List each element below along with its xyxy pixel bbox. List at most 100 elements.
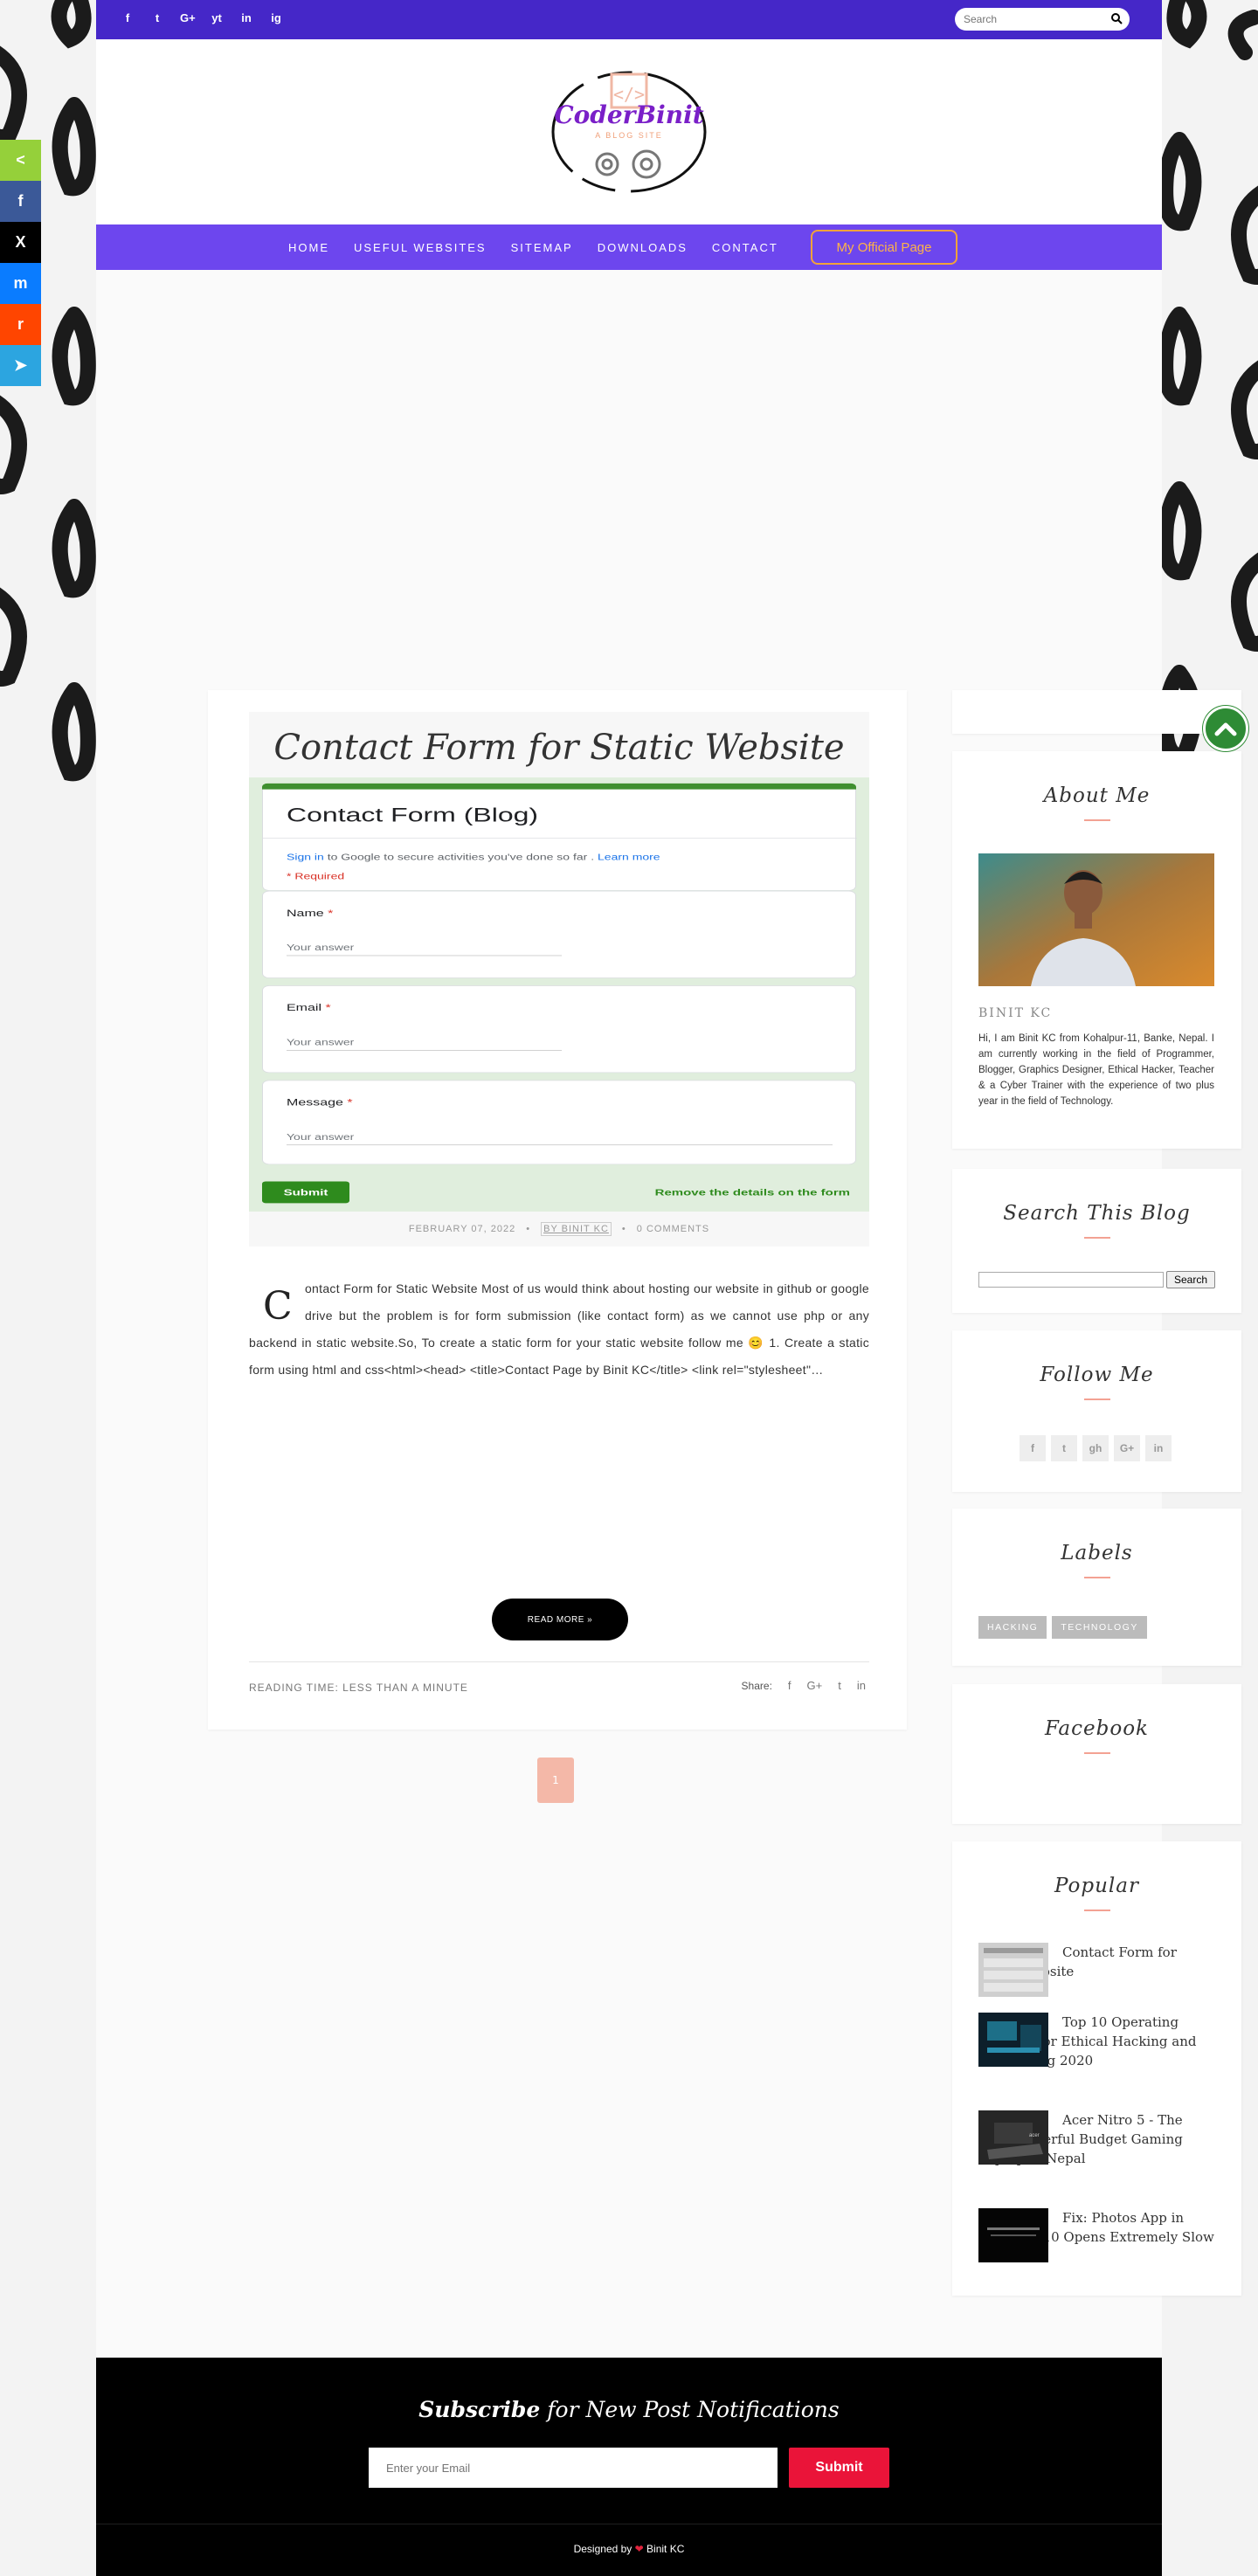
nav-home[interactable]: HOME bbox=[288, 241, 329, 254]
twitter-icon[interactable]: t bbox=[838, 1679, 841, 1692]
sidebar-search-button[interactable]: Search bbox=[1166, 1271, 1215, 1288]
required-star: * bbox=[325, 1003, 331, 1013]
answer-placeholder: Your answer bbox=[287, 943, 355, 953]
floating-share-bar: < f X m r ➤ bbox=[0, 140, 41, 386]
form-header-card: Contact Form (Blog) Sign in to Google to… bbox=[262, 789, 857, 891]
reddit-icon[interactable]: r bbox=[0, 304, 41, 345]
github-icon[interactable]: gh bbox=[1082, 1435, 1109, 1461]
label-technology[interactable]: TECHNOLOGY bbox=[1052, 1616, 1147, 1639]
search-widget: Search This Blog Search bbox=[952, 1169, 1241, 1313]
popular-thumbnail: acer bbox=[978, 2110, 1048, 2165]
designed-name[interactable]: Binit KC bbox=[644, 2543, 684, 2555]
post-excerpt-text: ontact Form for Static Website Most of u… bbox=[249, 1281, 869, 1377]
top-search-input[interactable] bbox=[964, 11, 1103, 27]
post-share: Share: f G+ t in bbox=[742, 1679, 866, 1692]
share-icon[interactable]: < bbox=[0, 140, 41, 181]
about-photo bbox=[978, 853, 1214, 986]
form-submit-button: Submit bbox=[262, 1181, 349, 1204]
form-required-note: * Required bbox=[287, 871, 345, 881]
question-label-text: Name bbox=[287, 908, 324, 919]
facebook-icon[interactable]: f bbox=[1020, 1435, 1046, 1461]
scroll-to-top-button[interactable] bbox=[1203, 706, 1248, 751]
answer-underline bbox=[287, 955, 562, 957]
question-label: Message * bbox=[287, 1098, 353, 1108]
search-icon[interactable] bbox=[1110, 12, 1123, 24]
chevron-up-icon bbox=[1214, 722, 1237, 736]
top-bar: f t G+ yt in ig bbox=[96, 0, 1162, 39]
popular-item[interactable]: Fix: Photos App in Windows 10 Opens Extr… bbox=[978, 2208, 1214, 2262]
question-label: Name * bbox=[287, 908, 333, 919]
post-comments-link[interactable]: 0 COMMENTS bbox=[637, 1224, 709, 1234]
share-label: Share: bbox=[741, 1679, 772, 1692]
answer-placeholder: Your answer bbox=[287, 1131, 355, 1142]
google-plus-icon[interactable]: G+ bbox=[1114, 1435, 1140, 1461]
form-sign-in-text: to Google to secure activities you've do… bbox=[323, 852, 598, 862]
twitter-icon[interactable]: t bbox=[1051, 1435, 1077, 1461]
popular-thumbnail bbox=[978, 2208, 1048, 2262]
nav-sitemap[interactable]: SITEMAP bbox=[511, 241, 573, 254]
facebook-icon[interactable]: f bbox=[788, 1679, 791, 1692]
google-plus-icon[interactable]: G+ bbox=[180, 11, 196, 24]
answer-underline bbox=[287, 1050, 562, 1051]
about-widget: About Me BINIT KC Hi, I am Binit KC from… bbox=[952, 751, 1241, 1149]
form-learn-more-link: Learn more bbox=[598, 852, 660, 862]
labels-list: HACKING TECHNOLOGY bbox=[978, 1616, 1147, 1639]
meta-separator: • bbox=[526, 1224, 531, 1234]
follow-widget: Follow Me f t gh G+ in bbox=[952, 1330, 1241, 1492]
popular-item[interactable]: Top 10 Operating Systems for Ethical Hac… bbox=[978, 2013, 1214, 2070]
main-nav: HOME USEFUL WEBSITES SITEMAP DOWNLOADS C… bbox=[96, 224, 1162, 270]
subscribe-bold: Subscribe bbox=[418, 2397, 541, 2422]
answer-underline bbox=[287, 1144, 833, 1146]
sidebar-empty-widget bbox=[952, 690, 1241, 734]
youtube-icon[interactable]: yt bbox=[210, 11, 224, 24]
site-header: </> CoderBinit A BLOG SITE bbox=[96, 39, 1162, 224]
popular-item[interactable]: acer Acer Nitro 5 - The Most Powerful Bu… bbox=[978, 2110, 1214, 2168]
answer-placeholder: Your answer bbox=[287, 1037, 355, 1047]
title-underline bbox=[1083, 819, 1110, 821]
top-search-box bbox=[955, 8, 1130, 31]
labels-title: Labels bbox=[1061, 1542, 1133, 1564]
post-card: Contact Form for Static Website Contact … bbox=[208, 690, 907, 1730]
about-text: Hi, I am Binit KC from Kohalpur-11, Bank… bbox=[978, 1033, 1214, 1107]
facebook-icon[interactable]: f bbox=[121, 11, 135, 24]
subscribe-submit-button[interactable]: Submit bbox=[789, 2448, 889, 2488]
site-logo[interactable]: </> CoderBinit A BLOG SITE bbox=[546, 64, 712, 204]
form-image-inner: Contact Form (Blog) Sign in to Google to… bbox=[249, 777, 869, 1212]
post-dropcap: C bbox=[263, 1284, 293, 1329]
messenger-icon[interactable]: m bbox=[0, 263, 41, 304]
form-accent-bar bbox=[262, 783, 856, 790]
linkedin-icon[interactable]: in bbox=[857, 1679, 866, 1692]
question-label-text: Message bbox=[287, 1097, 343, 1108]
official-page-button[interactable]: My Official Page bbox=[811, 230, 957, 265]
nav-contact[interactable]: CONTACT bbox=[712, 241, 778, 254]
labels-widget: Labels HACKING TECHNOLOGY bbox=[952, 1509, 1241, 1666]
google-plus-icon[interactable]: G+ bbox=[807, 1679, 823, 1692]
x-icon[interactable]: X bbox=[0, 222, 41, 263]
linkedin-icon[interactable]: in bbox=[239, 11, 253, 24]
pagination-current[interactable]: 1 bbox=[537, 1758, 574, 1803]
required-star: * bbox=[347, 1097, 353, 1108]
read-more-button[interactable]: READ MORE » bbox=[492, 1599, 628, 1640]
post-excerpt: Contact Form for Static Website Most of … bbox=[249, 1275, 869, 1384]
subscribe-email-input[interactable] bbox=[369, 2448, 778, 2488]
popular-thumbnail bbox=[978, 2013, 1048, 2067]
form-question-name: Name * Your answer bbox=[262, 890, 856, 978]
popular-item[interactable]: Contact Form for Static Website bbox=[978, 1943, 1214, 1997]
nav-useful-websites[interactable]: USEFUL WEBSITES bbox=[354, 241, 487, 254]
form-sign-in-note: Sign in to Google to secure activities y… bbox=[287, 853, 660, 862]
instagram-icon[interactable]: ig bbox=[269, 11, 283, 24]
post-featured-image[interactable]: Contact Form (Blog) Sign in to Google to… bbox=[249, 777, 869, 1212]
post-title[interactable]: Contact Form for Static Website bbox=[273, 728, 844, 768]
nav-downloads[interactable]: DOWNLOADS bbox=[598, 241, 688, 254]
linkedin-icon[interactable]: in bbox=[1145, 1435, 1172, 1461]
sidebar-search-input[interactable] bbox=[978, 1272, 1164, 1288]
heart-icon: ❤ bbox=[634, 2543, 644, 2555]
facebook-icon[interactable]: f bbox=[0, 181, 41, 222]
facebook-widget: Facebook bbox=[952, 1684, 1241, 1824]
title-underline bbox=[1083, 1398, 1110, 1400]
label-hacking[interactable]: HACKING bbox=[978, 1616, 1047, 1639]
twitter-icon[interactable]: t bbox=[150, 11, 164, 24]
post-author-link[interactable]: BY BINIT KC bbox=[541, 1222, 612, 1236]
telegram-icon[interactable]: ➤ bbox=[0, 345, 41, 386]
svg-text:acer: acer bbox=[1029, 2133, 1040, 2138]
